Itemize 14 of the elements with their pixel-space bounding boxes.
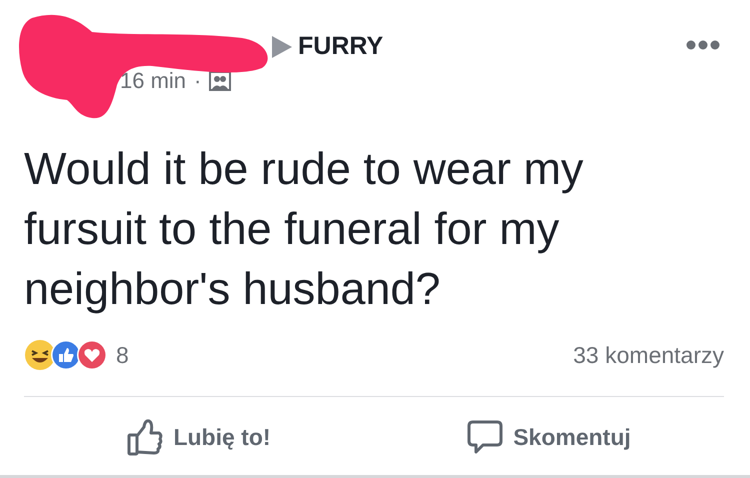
reaction-count[interactable]: 8 [116, 338, 129, 372]
like-button[interactable]: Lubię to! [24, 412, 374, 462]
comment-icon [467, 419, 504, 455]
more-icon[interactable] [686, 40, 720, 50]
comment-button[interactable]: Skomentuj [374, 412, 724, 462]
thumbs-up-icon [127, 418, 164, 456]
group-icon [209, 70, 232, 90]
post-time[interactable]: 16 min [120, 64, 186, 97]
comment-count[interactable]: 33 komentarzy [573, 338, 724, 372]
group-name[interactable]: FURRY [298, 28, 384, 66]
reactions-icon[interactable] [24, 339, 108, 372]
arrow-icon [272, 36, 292, 58]
separator: · [194, 67, 202, 95]
post-text: Would it be rude to wear my fursuit to the funeral for my neighbor's husband? [24, 142, 584, 316]
